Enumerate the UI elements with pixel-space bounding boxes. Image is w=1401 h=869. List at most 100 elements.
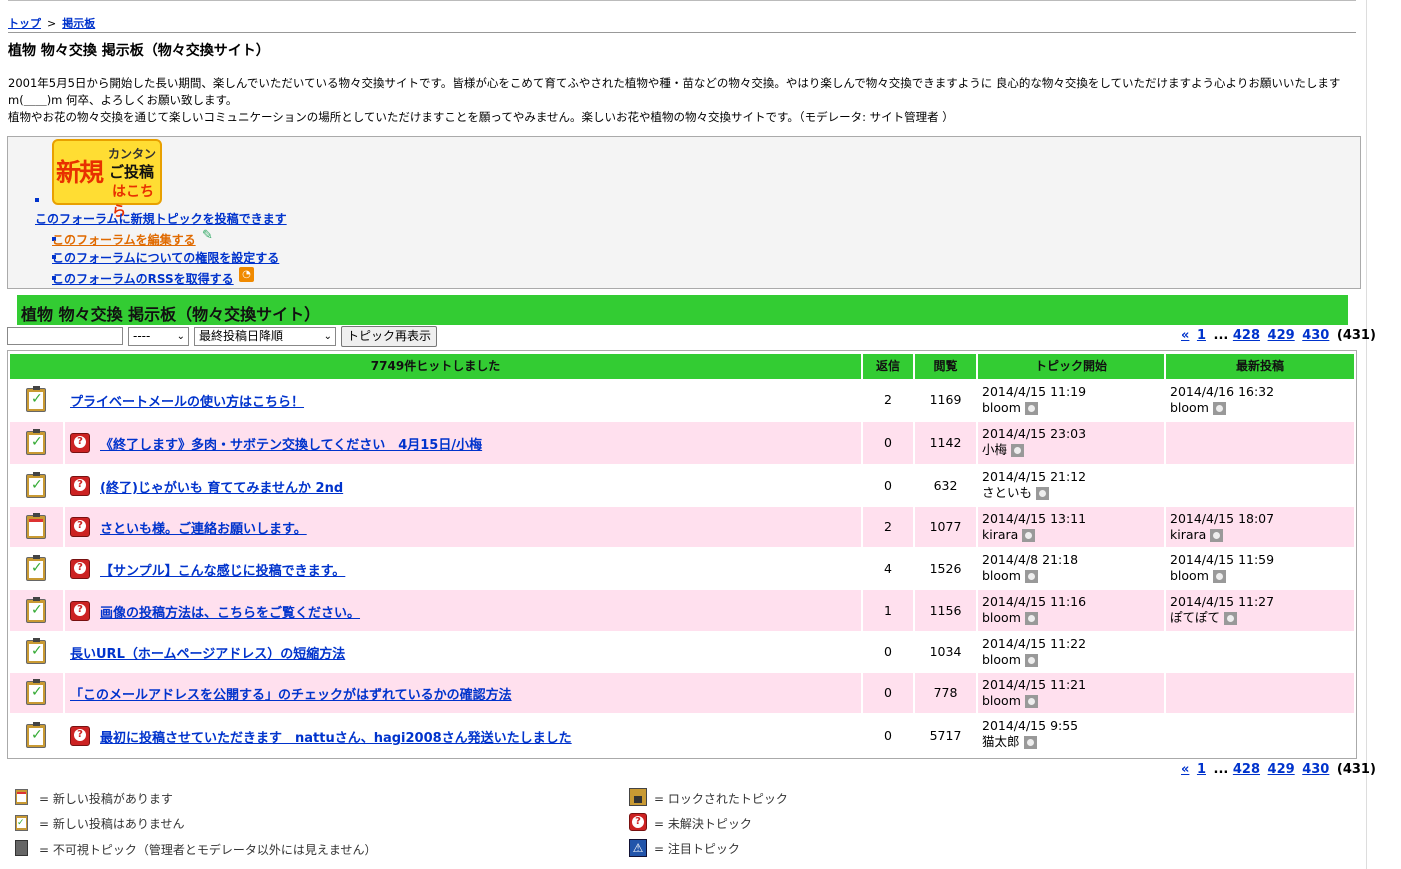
column-separator [1164,673,1166,713]
breadcrumb-top-link[interactable]: トップ [8,17,41,30]
new-topic-link[interactable]: このフォーラムに新規トピックを投稿できます [35,210,287,227]
user-status-icon [1024,402,1038,415]
sort-select-value: 最終投稿日降順 [199,329,284,343]
question-icon: ? [70,476,90,496]
redisplay-topics-button[interactable]: トピック再表示 [341,326,437,347]
column-separator [1164,590,1166,631]
question-icon: ? [70,433,90,453]
question-icon: ? [70,517,90,537]
column-separator [976,422,978,464]
topic-title-link[interactable]: さといも様。ご連絡お願いします。 [100,518,307,537]
page-430-link[interactable]: 430 [1302,762,1329,777]
forum-description: 2001年5月5日から開始した長い期間、楽しんでいただいている物々交換サイトです… [8,75,1358,126]
rss-link[interactable]: このフォーラムのRSSを取得する [52,270,234,287]
topic-start-user[interactable]: さといも [982,485,1032,500]
question-icon: ? [629,813,647,831]
views-count: 778 [933,685,958,700]
sort-select[interactable]: 最終投稿日降順 ⌄ [194,327,336,346]
topic-start-user[interactable]: bloom [982,693,1021,708]
latest-post: 2014/4/15 18:07 kirara [1170,511,1274,543]
topic-start: 2014/4/15 13:11 kirara [982,511,1086,543]
description-line-1: 2001年5月5日から開始した長い期間、楽しんでいただいている物々交換サイトです… [8,76,1341,107]
user-status-icon [1210,529,1224,542]
topic-start-user[interactable]: bloom [982,652,1021,667]
topic-start-user[interactable]: 猫太郎 [982,734,1020,749]
header-latest[interactable]: 最新投稿 [1166,354,1354,379]
page-428-link[interactable]: 428 [1233,328,1260,343]
page-prev-link[interactable]: « [1181,328,1189,343]
topic-start-user[interactable]: bloom [982,610,1021,625]
column-separator [1164,507,1166,547]
new-posts-folder-icon [15,789,28,805]
topic-start: 2014/4/15 11:21 bloom [982,677,1086,709]
views-count: 632 [933,478,958,493]
table-row: ✓? 【サンプル】こんな感じに投稿できます。 4 1526 2014/4/8 21:18… [10,548,1354,589]
permissions-link[interactable]: このフォーラムについての権限を設定する [52,249,279,266]
page-total: (431) [1336,328,1376,343]
views-count: 1077 [929,519,962,534]
table-row: ? さといも様。ご連絡お願いします。 2 1077 2014/4/15 13:11 kir… [10,507,1354,547]
header-started[interactable]: トピック開始 [978,354,1164,379]
latest-post-user[interactable]: bloom [1170,400,1209,415]
new-post-banner-button[interactable]: 新規 カンタン ご投稿 はこちら [52,139,162,220]
topic-start-user[interactable]: kirara [982,527,1018,542]
edit-forum-link[interactable]: このフォーラムを編集する [52,231,196,248]
invisible-topic-icon [15,840,28,856]
latest-post-user[interactable]: bloom [1170,568,1209,583]
page-429-link[interactable]: 429 [1268,328,1295,343]
chevron-down-icon: ⌄ [323,331,332,342]
page-title: 植物 物々交換 掲示板（物々交換サイト） [8,43,270,59]
column-separator [1164,380,1166,420]
no-new-posts-folder-icon: ✓ [26,597,46,623]
user-status-icon [1024,654,1038,667]
question-icon: ? [70,559,90,579]
topic-title-link[interactable]: 最初に投稿させていただきます nattuさん、hagi2008さん発送いたしまし… [100,727,572,746]
table-row: ✓ 長いURL（ホームページアドレス）の短縮方法 0 1034 2014/4/15 11… [10,632,1354,672]
page-1-link[interactable]: 1 [1197,328,1206,343]
topic-start-date: 2014/4/15 11:16 [982,594,1087,609]
topic-title-link[interactable]: 《終了します》多肉・サボテン交換してください 4月15日/小梅 [100,434,482,453]
search-input[interactable] [7,327,123,345]
no-new-posts-folder-icon: ✓ [26,429,46,455]
page-prev-link[interactable]: « [1181,762,1189,777]
topic-start-date: 2014/4/8 21:18 [982,552,1079,567]
topic-title-link[interactable]: プライベートメールの使い方はこちら！ [70,391,304,410]
topic-title-link[interactable]: 【サンプル】こんな感じに投稿できます。 [100,560,345,579]
topic-title-link[interactable]: 長いURL（ホームページアドレス）の短縮方法 [70,643,345,662]
topic-start-date: 2014/4/15 11:22 [982,636,1087,651]
no-new-posts-folder-icon: ✓ [26,679,46,705]
page-1-link[interactable]: 1 [1197,762,1206,777]
column-separator [63,714,65,757]
period-select[interactable]: ---- ⌄ [128,327,189,346]
replies-count: 2 [884,392,892,407]
topic-title-link[interactable]: (終了)じゃがいも 育ててみませんか 2nd [100,477,343,496]
page-total: (431) [1336,762,1376,777]
page-428-link[interactable]: 428 [1233,762,1260,777]
header-views[interactable]: 閲覧 [915,354,976,379]
topic-start-user[interactable]: 小梅 [982,442,1007,457]
column-separator [63,507,65,547]
chevron-down-icon: ⌄ [176,331,185,342]
topic-start-user[interactable]: bloom [982,400,1021,415]
user-status-icon [1011,444,1025,457]
banner-big-text: 新規 [56,158,104,187]
topic-start-user[interactable]: bloom [982,568,1021,583]
latest-post-user[interactable]: ぽてぽて [1170,610,1220,625]
user-status-icon [1024,570,1038,583]
user-status-icon [1022,529,1036,542]
latest-post-user[interactable]: kirara [1170,527,1206,542]
question-icon: ? [70,726,90,746]
topic-start-date: 2014/4/15 21:12 [982,469,1087,484]
user-status-icon [1212,570,1226,583]
page-ellipsis: ... [1213,762,1229,777]
page-429-link[interactable]: 429 [1268,762,1295,777]
topic-start: 2014/4/15 11:16 bloom [982,594,1086,626]
breadcrumb-board-link[interactable]: 掲示板 [62,17,95,30]
page-430-link[interactable]: 430 [1302,328,1329,343]
rss-icon[interactable]: ◔ [239,267,254,282]
topic-title-link[interactable]: 画像の投稿方法は、こちらをご覧ください。 [100,602,360,621]
column-separator [63,632,65,672]
column-separator [1164,632,1166,672]
header-replies[interactable]: 返信 [863,354,913,379]
topic-title-link[interactable]: 「このメールアドレスを公開する」のチェックがはずれているかの確認方法 [70,684,512,703]
